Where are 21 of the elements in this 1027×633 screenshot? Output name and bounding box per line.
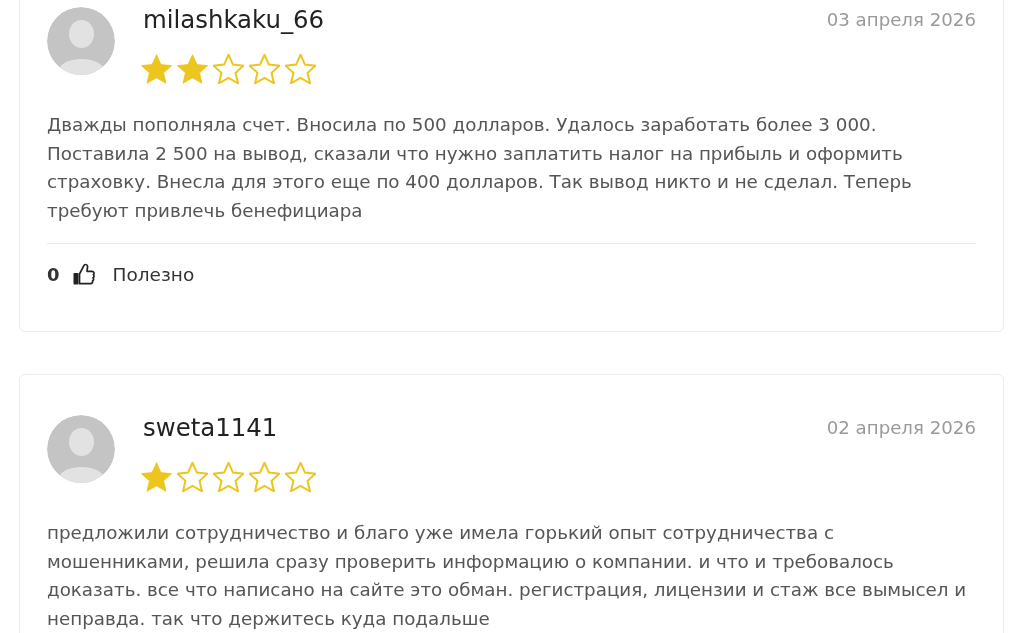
avatar-icon [47, 415, 115, 483]
helpful-button[interactable]: Полезно [72, 262, 195, 286]
star-icon [285, 462, 316, 492]
star-icon [213, 462, 244, 492]
star-icon [249, 54, 280, 84]
star-icon [285, 54, 316, 84]
review-text: предложили сотрудничество и благо уже имела горький опыт сотрудничества с мошенниками, решила сразу проверить информацию о компании. и что и требовалось доказать. все что написано на сайте это обман. регистрация, лицензии и стаж все вымысел и неправда. так что держитесь куда подальше [47, 521, 968, 631]
star-icon [177, 462, 208, 492]
username: milashkaku_66 [143, 7, 325, 33]
review-text: Дважды пополняла счет. Вносила по 500 долларов. Удалось заработать более 3 000. Поставила 2 500 на вывод, сказали что нужно заплатить налог на прибыль и оформить страховку. Внесла для этого еще по 400 долларов. Так вывод никто и не сделал. Теперь требуют привлечь бенефициара [47, 113, 913, 223]
star-icon [141, 54, 172, 84]
star-icon [249, 462, 280, 492]
thumbs-up-icon [72, 262, 95, 286]
star-icon [213, 54, 244, 84]
like-count: 0 [47, 263, 60, 285]
username: sweta1141 [143, 415, 279, 441]
review-date: 02 апреля 2026 [826, 416, 976, 440]
star-icon [141, 462, 172, 492]
avatar-icon [47, 7, 115, 75]
star-icon [177, 54, 208, 84]
review-date: 03 апреля 2026 [826, 8, 976, 32]
